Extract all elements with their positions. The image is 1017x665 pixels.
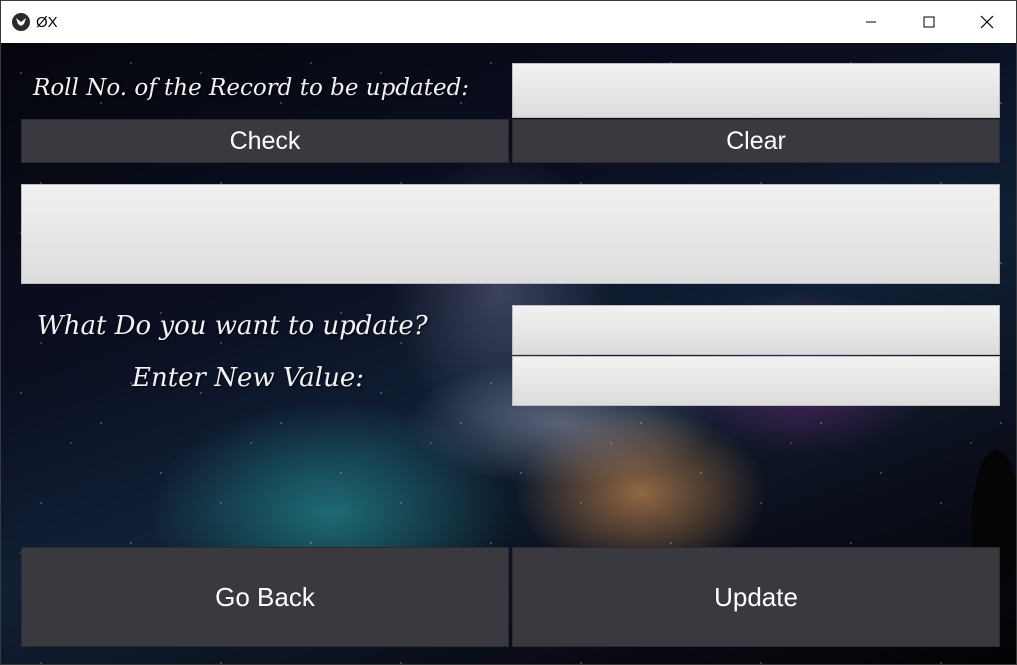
close-button[interactable] bbox=[958, 1, 1016, 43]
field-to-update-label: What Do you want to update? bbox=[37, 311, 428, 341]
window-controls bbox=[842, 1, 1016, 43]
starry-background: Roll No. of the Record to be updated: Ch… bbox=[1, 43, 1016, 664]
update-button[interactable]: Update bbox=[512, 547, 1000, 647]
window-title: ØX bbox=[36, 13, 58, 31]
clear-button[interactable]: Clear bbox=[512, 119, 1000, 163]
minimize-button[interactable] bbox=[842, 1, 900, 43]
close-icon bbox=[980, 15, 994, 29]
new-value-label: Enter New Value: bbox=[132, 363, 365, 393]
check-button[interactable]: Check bbox=[21, 119, 509, 163]
go-back-button[interactable]: Go Back bbox=[21, 547, 509, 647]
roll-number-input[interactable] bbox=[512, 63, 1000, 118]
maximize-button[interactable] bbox=[900, 1, 958, 43]
record-display-field[interactable] bbox=[21, 184, 1000, 284]
app-window: ØX Roll No. of the Record to be updated:… bbox=[0, 0, 1017, 665]
field-to-update-input[interactable] bbox=[512, 305, 1000, 355]
title-bar: ØX bbox=[1, 1, 1016, 43]
new-value-input[interactable] bbox=[512, 356, 1000, 406]
roll-number-label: Roll No. of the Record to be updated: bbox=[33, 75, 470, 101]
minimize-icon bbox=[866, 21, 876, 23]
maximize-icon bbox=[923, 16, 935, 28]
kivy-app-icon bbox=[12, 13, 30, 31]
